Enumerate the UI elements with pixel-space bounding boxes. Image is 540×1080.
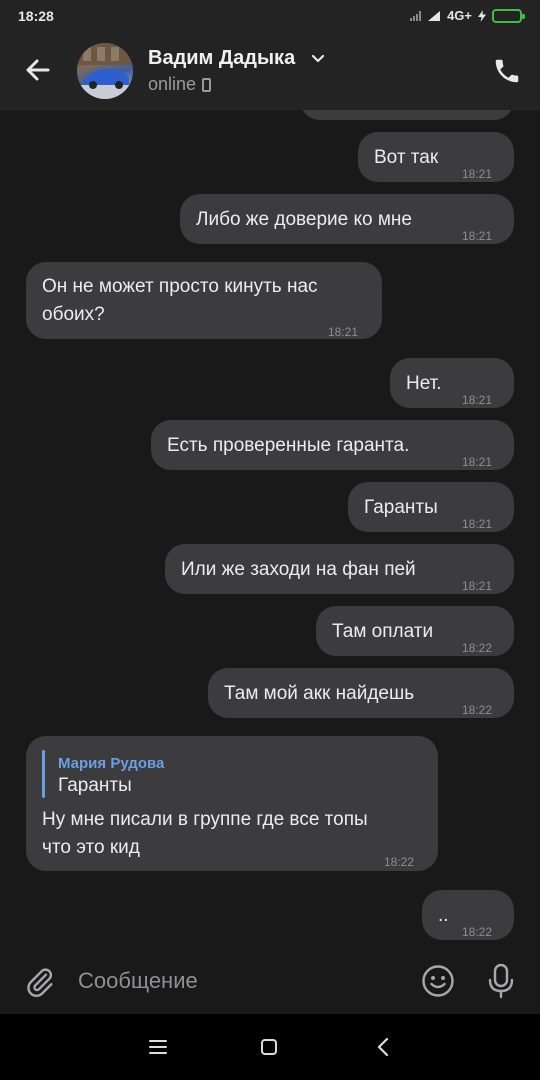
- status-icons: 4G+: [410, 8, 525, 23]
- signal-weak-icon: [410, 10, 422, 21]
- message-time: 18:21: [328, 325, 359, 339]
- emoji-icon[interactable]: [421, 964, 455, 998]
- message-bubble-out[interactable]: Там мой акк найдешь 18:22: [208, 668, 514, 718]
- chevron-down-icon[interactable]: [311, 54, 325, 64]
- message-time: 18:22: [384, 855, 415, 869]
- battery-icon: [492, 8, 525, 23]
- message-bubble-in[interactable]: Он не может просто кинуть нас обоих? 18:…: [26, 262, 382, 339]
- message-list[interactable]: Вот так 18:21 Либо же доверие ко мне 18:…: [0, 110, 540, 950]
- message-time: 18:21: [462, 393, 493, 407]
- signal-icon: [428, 10, 441, 21]
- message-text-line: Ну мне писали в группе где все топы: [42, 809, 368, 830]
- contact-status: online: [148, 74, 212, 95]
- message-bubble-out[interactable]: Там оплати 18:22: [316, 606, 514, 656]
- menu-icon[interactable]: [148, 1038, 168, 1056]
- paperclip-icon[interactable]: [24, 965, 56, 999]
- message-text-line: что это кид: [42, 837, 140, 858]
- message-text: Или же заходи на фан пей: [181, 559, 416, 580]
- microphone-icon[interactable]: [486, 963, 516, 999]
- nav-back-icon[interactable]: [374, 1036, 392, 1058]
- message-text: Там мой акк найдешь: [224, 683, 415, 704]
- message-time: 18:21: [462, 167, 493, 181]
- back-arrow-icon[interactable]: [20, 52, 56, 88]
- mobile-device-icon: [202, 77, 212, 92]
- screen: 18:28 4G+ Вадим Дадыка online Вот так 18…: [0, 0, 540, 1080]
- message-text: ..: [438, 905, 449, 926]
- message-composer: Сообщение: [0, 950, 540, 1014]
- avatar[interactable]: [77, 43, 133, 99]
- system-navigation-bar: [0, 1014, 540, 1080]
- message-text: Там оплати: [332, 621, 434, 642]
- home-icon[interactable]: [260, 1038, 278, 1056]
- message-bubble-out[interactable]: Либо же доверие ко мне 18:21: [180, 194, 514, 244]
- message-input[interactable]: Сообщение: [78, 968, 198, 994]
- message-text: Нет.: [406, 373, 442, 394]
- message-bubble-out[interactable]: Вот так 18:21: [358, 132, 514, 182]
- message-bubble-in-reply[interactable]: Мария Рудова Гаранты Ну мне писали в гру…: [26, 736, 438, 871]
- online-label: online: [148, 74, 197, 94]
- reply-quote-bar: [42, 750, 45, 798]
- message-time: 18:22: [462, 703, 493, 717]
- message-text: Либо же доверие ко мне: [196, 209, 412, 230]
- message-bubble-out[interactable]: Гаранты 18:21: [348, 482, 514, 532]
- message-time: 18:22: [462, 925, 493, 939]
- message-text-line: Он не может просто кинуть нас: [42, 276, 318, 297]
- message-bubble-partial: [300, 110, 514, 120]
- message-bubble-out[interactable]: Или же заходи на фан пей 18:21: [165, 544, 514, 594]
- message-time: 18:21: [462, 517, 493, 531]
- avatar-image: [77, 43, 133, 99]
- message-text-line: обоих?: [42, 304, 105, 325]
- chat-header: Вадим Дадыка online: [0, 32, 540, 110]
- message-bubble-out[interactable]: Нет. 18:21: [390, 358, 514, 408]
- message-bubble-out[interactable]: .. 18:22: [422, 890, 514, 940]
- reply-text[interactable]: Гаранты: [58, 771, 132, 800]
- message-text: Есть проверенные гаранта.: [167, 435, 410, 456]
- contact-name[interactable]: Вадим Дадыка: [148, 47, 295, 70]
- network-type: 4G+: [447, 8, 472, 23]
- phone-icon[interactable]: [492, 56, 522, 86]
- message-text: Гаранты: [364, 497, 438, 518]
- message-text: Вот так: [374, 147, 439, 168]
- message-time: 18:21: [462, 455, 493, 469]
- charging-icon: [478, 9, 486, 22]
- message-time: 18:21: [462, 579, 493, 593]
- message-time: 18:22: [462, 641, 493, 655]
- message-time: 18:21: [462, 229, 493, 243]
- status-bar: 18:28 4G+: [0, 0, 540, 32]
- message-bubble-out[interactable]: Есть проверенные гаранта. 18:21: [151, 420, 514, 470]
- status-time: 18:28: [18, 8, 54, 24]
